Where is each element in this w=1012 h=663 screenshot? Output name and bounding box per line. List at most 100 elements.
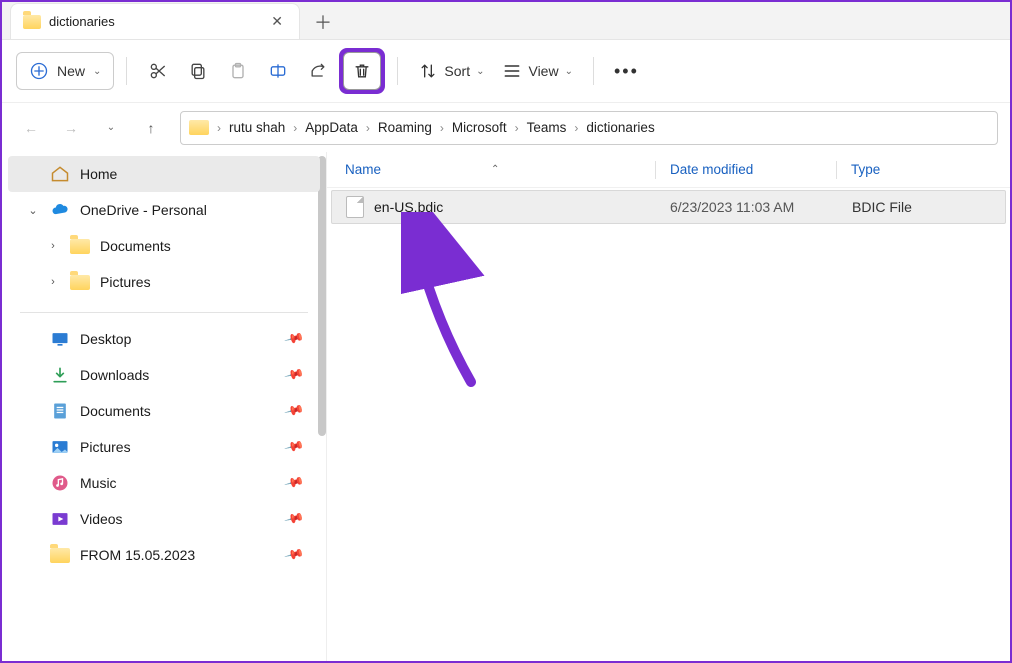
column-type[interactable]: Type (837, 162, 880, 177)
scissors-icon (148, 61, 168, 81)
column-headers: Name ⌃ Date modified Type (327, 152, 1010, 188)
sort-asc-icon: ⌃ (491, 164, 499, 175)
music-icon (50, 473, 70, 493)
tab-title: dictionaries (49, 14, 257, 29)
sidebar-item-videos[interactable]: Videos 📌 (8, 501, 320, 537)
folder-icon (23, 15, 41, 29)
sidebar-item-home[interactable]: Home (8, 156, 320, 192)
separator (593, 57, 594, 85)
sidebar-item-from[interactable]: FROM 15.05.2023 📌 (8, 537, 320, 573)
crumb[interactable]: Microsoft (446, 120, 513, 135)
column-name[interactable]: Name ⌃ (345, 162, 655, 177)
sidebar-label: Pictures (100, 274, 151, 290)
sidebar-item-music[interactable]: Music 📌 (8, 465, 320, 501)
video-icon (50, 509, 70, 529)
new-button[interactable]: New ⌄ (16, 52, 114, 90)
tab-active[interactable]: dictionaries ✕ (10, 3, 300, 39)
breadcrumb-bar[interactable]: › rutu shah › AppData › Roaming › Micros… (180, 111, 998, 145)
sidebar-item-onedrive[interactable]: ⌄ OneDrive - Personal (8, 192, 320, 228)
up-button[interactable]: ↑ (134, 111, 168, 145)
back-button[interactable]: ← (14, 111, 48, 145)
pin-icon: 📌 (283, 472, 305, 494)
chevron-right-icon: › (364, 121, 372, 135)
sidebar-label: Documents (100, 238, 171, 254)
sidebar-label: Desktop (80, 331, 131, 347)
download-icon (50, 365, 70, 385)
chevron-right-icon: › (215, 121, 223, 135)
sidebar-label: OneDrive - Personal (80, 202, 207, 218)
chevron-right-icon[interactable]: › (46, 276, 60, 288)
sidebar-item-documents[interactable]: › Documents (8, 228, 320, 264)
sort-icon (418, 61, 438, 81)
file-date: 6/23/2023 11:03 AM (670, 199, 852, 215)
sidebar-item-documents-q[interactable]: Documents 📌 (8, 393, 320, 429)
folder-icon (189, 120, 209, 135)
clipboard-icon (228, 61, 248, 81)
pin-icon: 📌 (283, 328, 305, 350)
chevron-right-icon: › (513, 121, 521, 135)
home-icon (50, 164, 70, 184)
list-icon (502, 61, 522, 81)
trash-icon (352, 61, 372, 81)
new-tab-button[interactable]: ＋ (306, 5, 340, 39)
folder-icon (70, 239, 90, 254)
pin-icon: 📌 (283, 364, 305, 386)
crumb[interactable]: Roaming (372, 120, 438, 135)
annotation-arrow (401, 212, 521, 392)
sidebar-label: Pictures (80, 439, 131, 455)
share-button[interactable] (299, 52, 337, 90)
document-icon (50, 401, 70, 421)
sidebar-label: Videos (80, 511, 123, 527)
copy-icon (188, 61, 208, 81)
recent-dropdown[interactable]: ⌄ (94, 111, 128, 145)
paste-button[interactable] (219, 52, 257, 90)
file-list: Name ⌃ Date modified Type en-US.bdic 6/2… (327, 152, 1010, 661)
column-date[interactable]: Date modified (656, 162, 836, 177)
chevron-right-icon[interactable]: › (46, 240, 60, 252)
more-button[interactable]: ••• (606, 52, 647, 90)
pin-icon: 📌 (283, 508, 305, 530)
separator (126, 57, 127, 85)
sidebar: Home ⌄ OneDrive - Personal › Documents ›… (2, 152, 327, 661)
sidebar-item-pictures[interactable]: › Pictures (8, 264, 320, 300)
sidebar-label: Home (80, 166, 117, 182)
sidebar-label: Music (80, 475, 117, 491)
chevron-right-icon: › (438, 121, 446, 135)
sidebar-label: FROM 15.05.2023 (80, 547, 195, 563)
sidebar-item-downloads[interactable]: Downloads 📌 (8, 357, 320, 393)
view-label: View (528, 63, 558, 79)
chevron-right-icon: › (291, 121, 299, 135)
file-row[interactable]: en-US.bdic 6/23/2023 11:03 AM BDIC File (331, 190, 1006, 224)
sidebar-label: Downloads (80, 367, 149, 383)
sidebar-item-desktop[interactable]: Desktop 📌 (8, 321, 320, 357)
sort-button[interactable]: Sort ⌄ (410, 52, 492, 90)
chevron-right-icon: › (572, 121, 580, 135)
close-tab-button[interactable]: ✕ (265, 11, 289, 32)
toolbar: New ⌄ Sort ⌄ View ⌄ ••• (2, 40, 1010, 102)
view-button[interactable]: View ⌄ (494, 52, 580, 90)
pin-icon: 📌 (283, 436, 305, 458)
delete-highlight (339, 48, 385, 94)
cloud-icon (50, 200, 70, 220)
folder-icon (70, 275, 90, 290)
new-label: New (57, 63, 85, 79)
cut-button[interactable] (139, 52, 177, 90)
rename-button[interactable] (259, 52, 297, 90)
crumb[interactable]: Teams (521, 120, 573, 135)
crumb[interactable]: dictionaries (580, 120, 660, 135)
crumb[interactable]: AppData (299, 120, 364, 135)
rename-icon (268, 61, 288, 81)
share-icon (308, 61, 328, 81)
forward-button[interactable]: → (54, 111, 88, 145)
pin-icon: 📌 (283, 544, 305, 566)
crumb[interactable]: rutu shah (223, 120, 291, 135)
delete-button[interactable] (343, 52, 381, 90)
chevron-down-icon[interactable]: ⌄ (26, 204, 40, 217)
sidebar-item-pictures-q[interactable]: Pictures 📌 (8, 429, 320, 465)
pin-icon: 📌 (283, 400, 305, 422)
folder-icon (50, 548, 70, 563)
sort-label: Sort (444, 63, 470, 79)
sidebar-label: Documents (80, 403, 151, 419)
divider (20, 312, 308, 313)
copy-button[interactable] (179, 52, 217, 90)
